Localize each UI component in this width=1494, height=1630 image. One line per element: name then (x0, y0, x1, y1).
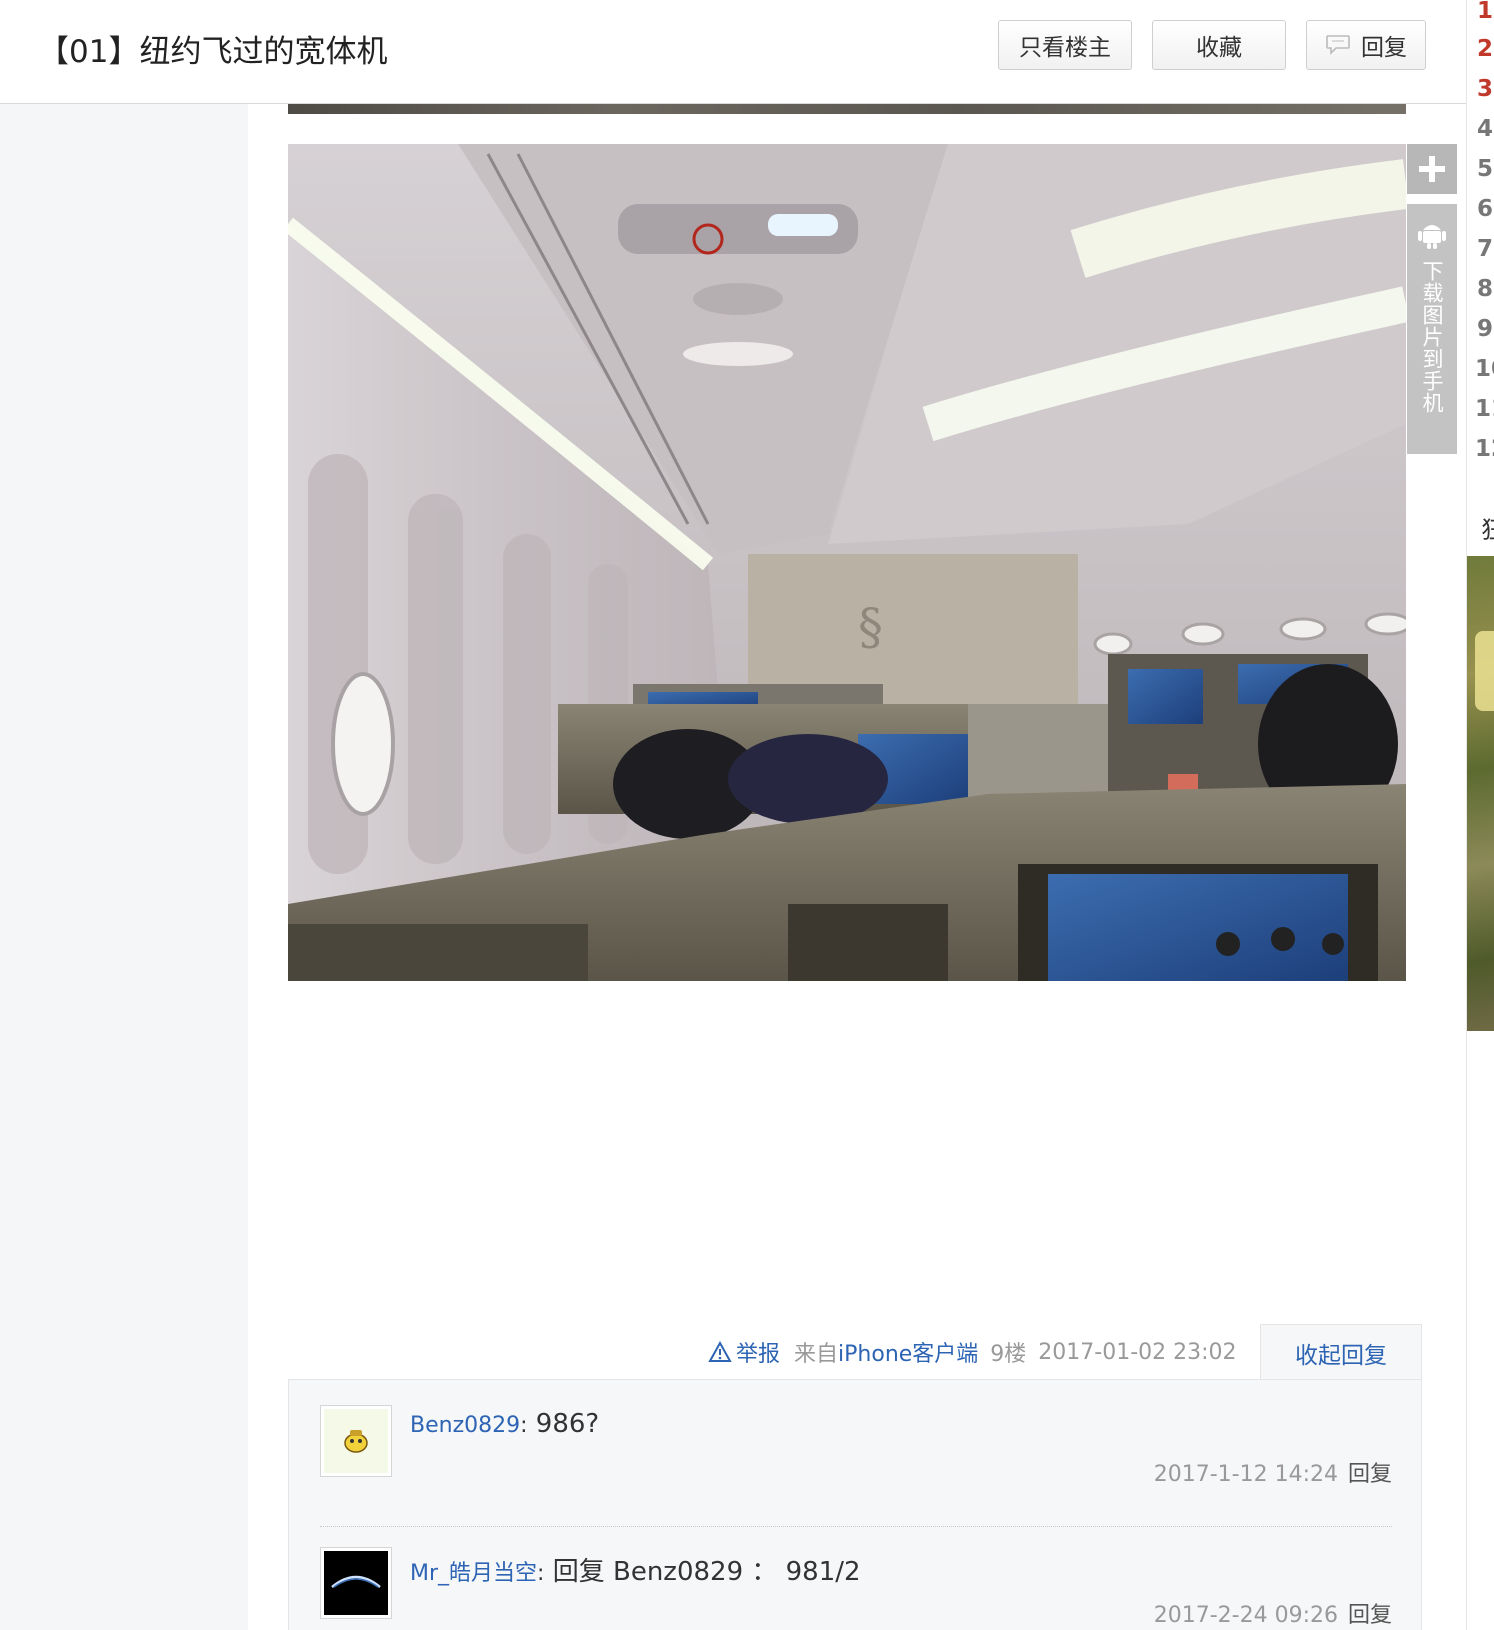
sidebar-rank-2[interactable]: 2 (1477, 36, 1493, 62)
sidebar-rank-1[interactable]: 1 (1477, 0, 1493, 24)
sidebar-rank-12[interactable]: 12 (1475, 436, 1494, 462)
comment-time: 2017-2-24 09:26 (1153, 1603, 1338, 1628)
avatar-moon-icon (331, 1575, 381, 1588)
comment-content: Benz0829: 986? (410, 1409, 599, 1439)
sidebar-rank-8[interactable]: 8 (1477, 276, 1493, 302)
sidebar-rank-5[interactable]: 5 (1477, 156, 1493, 182)
report-label: 举报 (736, 1342, 781, 1367)
sidebar-rank-10[interactable]: 10 (1475, 356, 1494, 382)
sidebar-rank-9[interactable]: 9 (1477, 316, 1493, 342)
sidebar-section-heading: 狂 (1481, 516, 1494, 544)
cabin-photo: § (288, 144, 1406, 981)
from-prefix: 来自 (794, 1342, 839, 1367)
only-op-button[interactable]: 只看楼主 (998, 20, 1132, 70)
comment-footer: 2017-2-24 09:26 回复 (1154, 1597, 1392, 1629)
svg-text:§: § (858, 598, 883, 656)
android-icon (1418, 225, 1446, 249)
post-time: 2017-01-02 23:02 (1038, 1339, 1237, 1365)
previous-image-edge (288, 104, 1406, 114)
comment-username[interactable]: Benz0829 (410, 1413, 520, 1438)
post-image-cabin[interactable]: § (288, 144, 1406, 981)
report-link[interactable]: 举报 (708, 1336, 780, 1368)
right-sidebar: 1 2 3 4 5 6 7 8 9 10 11 12 狂 (1467, 0, 1494, 1630)
post-meta: 举报 来自 iPhone客户端 9楼 2017-01-02 23:02 (708, 1337, 1237, 1367)
sidebar-rank-6[interactable]: 6 (1477, 196, 1493, 222)
avatar-cartoon-icon (344, 1430, 368, 1453)
avatar[interactable] (320, 1547, 392, 1619)
floor-number: 9楼 (990, 1342, 1027, 1367)
comment-separator: : (520, 1413, 528, 1438)
comment-separator: : (537, 1561, 545, 1586)
comment-icon (1326, 35, 1350, 55)
zoom-in-button[interactable] (1407, 144, 1457, 194)
reply-list: Benz0829: 986? 2017-1-12 14:24 回复 Mr_皓月当空… (288, 1379, 1422, 1630)
client-link[interactable]: iPhone客户端 (838, 1336, 978, 1368)
comment-time: 2017-1-12 14:24 (1153, 1462, 1338, 1487)
list-item: Benz0829: 986? 2017-1-12 14:24 回复 (320, 1405, 1392, 1527)
collapse-replies-button[interactable]: 收起回复 (1260, 1324, 1422, 1380)
download-to-phone-label: 下载图片到手机 (1420, 260, 1444, 414)
sidebar-thumbnail[interactable] (1467, 556, 1494, 1031)
sidebar-rank-11[interactable]: 11 (1475, 396, 1494, 422)
warning-icon (708, 1341, 732, 1362)
list-item: Mr_皓月当空: 回复 Benz0829 ： 981/2 2017-2-24 0… (320, 1527, 1392, 1630)
plus-icon (1419, 156, 1445, 182)
thread-title: 【01】纽约飞过的宽体机 (38, 34, 388, 70)
favorite-button[interactable]: 收藏 (1152, 20, 1286, 70)
comment-text: 986? (535, 1409, 600, 1439)
comment-reply-button[interactable]: 回复 (1348, 1603, 1392, 1628)
comment-reply-button[interactable]: 回复 (1348, 1462, 1392, 1487)
thread-header: 【01】纽约飞过的宽体机 只看楼主 收藏 回复 (0, 0, 1466, 104)
reply-button[interactable]: 回复 (1306, 20, 1426, 70)
sidebar-rank-7[interactable]: 7 (1477, 236, 1493, 262)
comment-text: 回复 Benz0829 ： 981/2 (552, 1557, 861, 1587)
reply-button-label: 回复 (1361, 35, 1407, 61)
comment-footer: 2017-1-12 14:24 回复 (1154, 1456, 1392, 1488)
comment-username[interactable]: Mr_皓月当空 (410, 1561, 537, 1586)
download-to-phone-button[interactable]: 下载图片到手机 (1407, 204, 1457, 454)
sidebar-rank-4[interactable]: 4 (1477, 116, 1493, 142)
comment-content: Mr_皓月当空: 回复 Benz0829 ： 981/2 (410, 1551, 861, 1588)
avatar[interactable] (320, 1405, 392, 1477)
left-gutter (0, 104, 248, 1630)
sidebar-rank-3[interactable]: 3 (1477, 76, 1493, 102)
